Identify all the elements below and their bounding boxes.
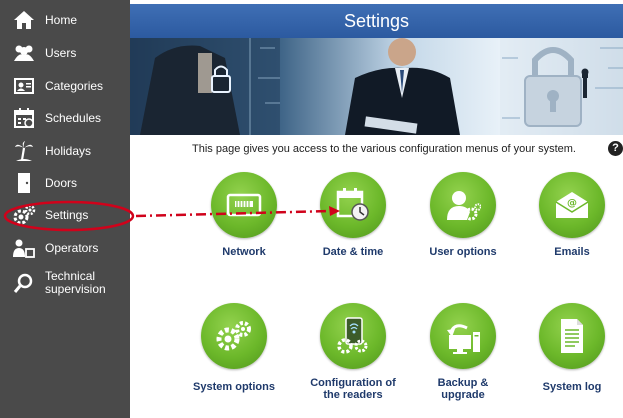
tile-label: Backup & upgrade <box>413 377 513 401</box>
tile-label: Date & time <box>322 246 384 258</box>
label-line: upgrade <box>441 389 485 401</box>
sidebar-item-users[interactable]: Users <box>0 37 130 69</box>
tile-configuration-readers[interactable]: Configuration of the readers <box>303 303 403 401</box>
tile-label: Network <box>222 246 266 258</box>
tile-label: Emails <box>554 246 590 258</box>
label-line: supervision <box>45 282 106 296</box>
help-icon[interactable]: ? <box>608 141 623 156</box>
sidebar-item-settings[interactable]: Settings <box>0 199 130 231</box>
gears-icon <box>11 203 37 227</box>
magnifier-icon <box>11 271 37 295</box>
sidebar-item-home[interactable]: Home <box>0 4 130 36</box>
label-line: Configuration of <box>310 377 396 389</box>
svg-text:@: @ <box>567 198 577 209</box>
home-icon <box>11 8 37 32</box>
palm-tree-icon <box>11 139 37 163</box>
gears-icon <box>201 303 267 369</box>
sidebar-item-schedules[interactable]: Schedules <box>0 102 130 134</box>
main-content: Settings This page gives you access to t… <box>130 0 623 418</box>
email-icon: @ <box>539 172 605 238</box>
sidebar-item-label: Holidays <box>45 144 92 158</box>
label-line: Backup & <box>437 377 489 389</box>
sidebar-item-label: Operators <box>45 241 99 255</box>
intro-text: This page gives you access to the variou… <box>192 143 576 155</box>
tile-label: User options <box>429 246 497 258</box>
tile-label: System options <box>193 381 275 393</box>
tile-network[interactable]: Network <box>194 172 294 258</box>
sidebar-item-label: Technical supervision <box>45 270 106 296</box>
computer-backup-icon <box>430 303 496 369</box>
sidebar-item-label: Settings <box>45 208 89 222</box>
sidebar-item-label: Home <box>45 13 78 27</box>
categories-icon <box>11 74 37 98</box>
tile-label: System log <box>542 381 602 393</box>
operator-icon <box>11 236 37 260</box>
sidebar-item-holidays[interactable]: Holidays <box>0 135 130 167</box>
title-bar: Settings <box>130 4 623 38</box>
page-title: Settings <box>343 10 410 31</box>
document-icon <box>539 303 605 369</box>
tile-label: Configuration of the readers <box>303 377 403 401</box>
tile-system-log[interactable]: System log <box>522 303 622 393</box>
tile-date-time[interactable]: Date & time <box>303 172 403 258</box>
tile-system-options[interactable]: System options <box>184 303 284 393</box>
sidebar-item-label: Users <box>45 46 77 60</box>
label-line: the readers <box>323 389 383 401</box>
network-icon <box>211 172 277 238</box>
sidebar-item-categories[interactable]: Categories <box>0 70 130 102</box>
door-icon <box>11 171 37 195</box>
sidebar-item-label: Doors <box>45 176 78 190</box>
calendar-icon <box>11 106 37 130</box>
sidebar-item-operators[interactable]: Operators <box>0 232 130 264</box>
sidebar-item-label: Schedules <box>45 111 102 125</box>
sidebar: Home Users Categories Schedules Holidays… <box>0 0 130 418</box>
sidebar-item-technical-supervision[interactable]: Technical supervision <box>0 266 130 300</box>
sidebar-item-doors[interactable]: Doors <box>0 167 130 199</box>
label-line: Technical <box>45 269 96 283</box>
calendar-clock-icon <box>320 172 386 238</box>
sidebar-item-label: Categories <box>45 79 104 93</box>
tile-backup-upgrade[interactable]: Backup & upgrade <box>413 303 513 401</box>
user-gear-icon <box>430 172 496 238</box>
security-banner-image <box>130 38 623 135</box>
tile-user-options[interactable]: User options <box>413 172 513 258</box>
users-icon <box>11 41 37 65</box>
tile-emails[interactable]: @ Emails <box>522 172 622 258</box>
reader-icon <box>320 303 386 369</box>
